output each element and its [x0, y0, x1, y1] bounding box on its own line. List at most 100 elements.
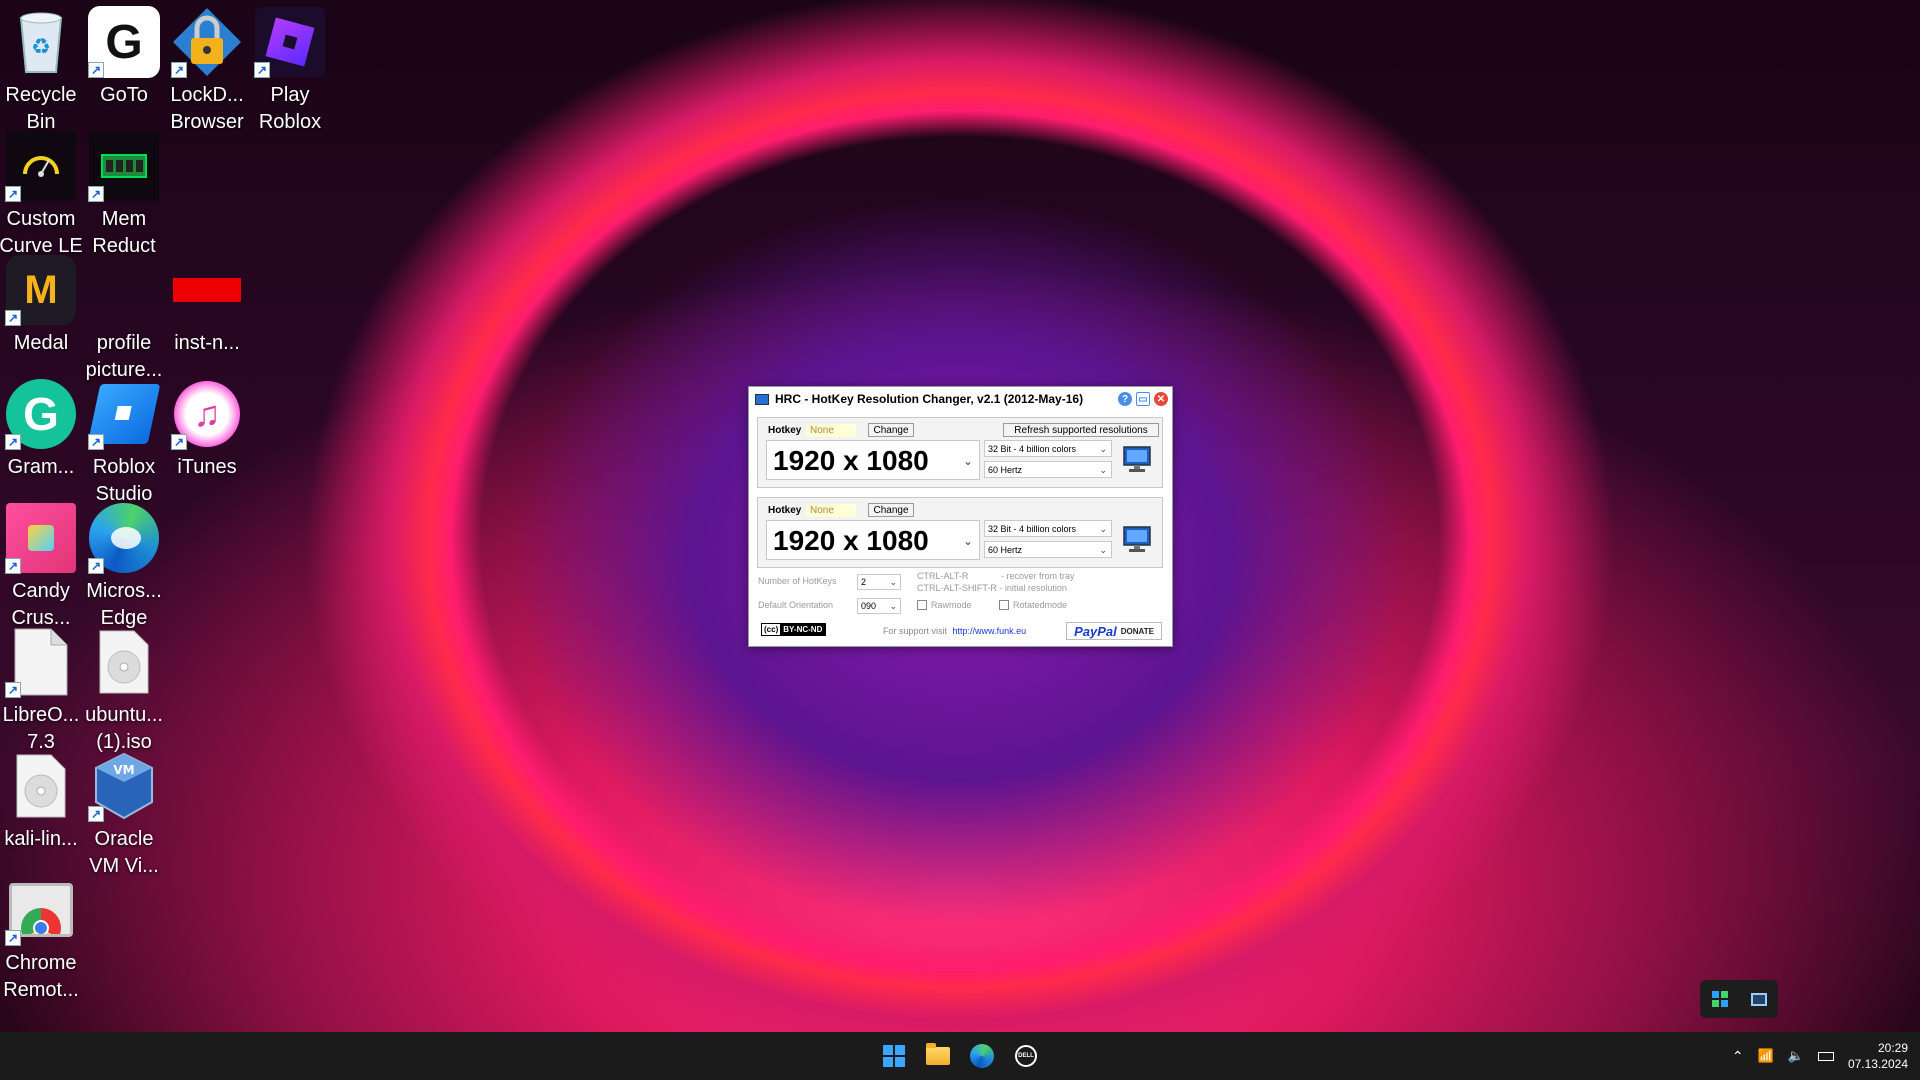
rotatedmode-label: Rotatedmode — [1013, 600, 1068, 610]
desktop-icon-roblox-studio[interactable]: ↗ Roblox Studio — [83, 378, 165, 508]
desktop-icon-mem-reduct[interactable]: ↗ Mem Reduct — [83, 130, 165, 260]
refresh-rate-select[interactable]: 60 Hertz ⌄ — [984, 541, 1112, 558]
dell-taskbar-button[interactable]: DELL — [1011, 1041, 1041, 1071]
wifi-icon[interactable]: 📶 — [1758, 1048, 1774, 1064]
desktop-icon-label: LibreO... 7.3 — [2, 704, 80, 753]
svg-text:VM: VM — [113, 763, 134, 777]
desktop-icon-libreoffice[interactable]: ↗ LibreO... 7.3 — [0, 626, 82, 756]
refresh-rate-value: 60 Hertz — [988, 465, 1023, 475]
desktop-icon-label: Mem Reduct — [92, 208, 156, 257]
desktop-icon-label: Play Roblox — [258, 84, 322, 133]
cc-icon: (cc) — [762, 625, 781, 634]
file-explorer-button[interactable] — [923, 1041, 953, 1071]
speaker-icon[interactable]: 🔈 — [1788, 1048, 1804, 1064]
image-file-icon — [171, 254, 243, 326]
desktop-icon-inst-n[interactable]: inst-n... — [166, 254, 248, 357]
resolution-select[interactable]: 1920 x 1080 ⌄ — [766, 440, 980, 480]
battery-icon[interactable] — [1817, 1051, 1834, 1061]
desktop-icon-label: Candy Crus... — [11, 580, 71, 629]
roblox-icon: ↗ — [254, 6, 326, 78]
help-icon[interactable]: ? — [1118, 392, 1132, 406]
hotkey-label: Hotkey — [768, 505, 802, 516]
hotkey-value-field[interactable]: None — [806, 424, 856, 437]
clock[interactable]: 20:29 07.13.2024 — [1848, 1040, 1908, 1072]
resolution-select[interactable]: 1920 x 1080 ⌄ — [766, 520, 980, 560]
color-depth-select[interactable]: 32 Bit - 4 billion colors ⌄ — [984, 520, 1112, 537]
desktop-icon-chrome-remote[interactable]: ↗ Chrome Remot... — [0, 874, 82, 1004]
chevron-up-icon[interactable]: ⌃ — [1732, 1048, 1744, 1065]
desktop-icon-label: LockD... Browser — [170, 84, 244, 133]
desktop-icon-custom-curve[interactable]: ↗ Custom Curve LE — [0, 130, 83, 260]
desktop-icon-medal[interactable]: M ↗ Medal — [0, 254, 82, 357]
checkbox-box[interactable] — [917, 600, 927, 610]
grammarly-icon: G ↗ — [5, 378, 77, 450]
disc-image-icon — [5, 750, 77, 822]
rotatedmode-checkbox[interactable]: Rotatedmode — [999, 600, 1067, 610]
cc-license-badge[interactable]: (cc) BY-NC-ND — [761, 623, 827, 636]
desktop-icon-label: Micros... Edge — [86, 580, 162, 629]
recycle-bin-icon: ♻ — [5, 6, 77, 78]
desktop-icon-label: Oracle VM Vi... — [89, 828, 159, 877]
desktop-icon-grammarly[interactable]: G ↗ Gram... — [0, 378, 82, 481]
app-tray-icon[interactable] — [1711, 991, 1728, 1007]
orientation-value: 090 — [861, 601, 877, 611]
desktop-icon-label: kali-lin... — [4, 828, 78, 850]
dialog-titlebar[interactable]: HRC - HotKey Resolution Changer, v2.1 (2… — [749, 387, 1172, 411]
monitor-icon — [755, 393, 769, 405]
desktop-icon-recycle-bin[interactable]: ♻ Recycle Bin — [0, 6, 82, 136]
chevron-down-icon: ⌄ — [1099, 465, 1107, 475]
change-hotkey-button[interactable]: Change — [868, 503, 914, 517]
support-label: For support visit — [883, 626, 948, 636]
shortcut-recover-key: CTRL-ALT-R — [917, 571, 969, 581]
edge-taskbar-button[interactable] — [967, 1041, 997, 1071]
num-hotkeys-value: 2 — [861, 577, 867, 587]
minimize-to-tray-icon[interactable]: ▭ — [1136, 392, 1150, 406]
refresh-rate-select[interactable]: 60 Hertz ⌄ — [984, 461, 1112, 478]
orientation-label: Default Orientation — [758, 600, 834, 610]
apply-resolution-monitor-icon[interactable] — [1122, 444, 1152, 474]
shortcut-arrow-icon: ↗ — [88, 558, 104, 574]
lockdown-browser-icon: ↗ — [171, 6, 243, 78]
shortcut-arrow-icon: ↗ — [5, 930, 21, 946]
donate-label: DONATE — [1120, 626, 1154, 636]
shortcut-arrow-icon: ↗ — [5, 558, 21, 574]
desktop-icon-label: GoTo — [100, 84, 148, 106]
dialog-title: HRC - HotKey Resolution Changer, v2.1 (2… — [775, 392, 1084, 406]
desktop-icon-virtualbox[interactable]: VM ↗ Oracle VM Vi... — [83, 750, 165, 880]
color-depth-select[interactable]: 32 Bit - 4 billion colors ⌄ — [984, 440, 1112, 457]
start-button[interactable] — [879, 1041, 909, 1071]
desktop-icon-kali-linux[interactable]: kali-lin... — [0, 750, 82, 853]
image-file-icon — [88, 254, 160, 326]
resolution-group-1: Hotkey None Change Refresh supported res… — [757, 417, 1163, 488]
desktop-icon-label: Custom Curve LE — [0, 208, 83, 257]
desktop-icon-ubuntu-iso[interactable]: ubuntu... (1).iso — [83, 626, 165, 756]
rawmode-checkbox[interactable]: Rawmode — [917, 600, 972, 610]
close-icon[interactable]: ✕ — [1154, 392, 1168, 406]
num-hotkeys-select[interactable]: 2 ⌄ — [857, 574, 901, 590]
paypal-donate-button[interactable]: PayPal DONATE — [1066, 622, 1162, 640]
shortcut-arrow-icon: ↗ — [5, 434, 21, 450]
desktop-icon-lockdown-browser[interactable]: ↗ LockD... Browser — [166, 6, 248, 136]
chevron-down-icon: ⌄ — [1099, 524, 1107, 534]
clock-time: 20:29 — [1877, 1041, 1908, 1055]
hotkey-value-field[interactable]: None — [806, 504, 856, 517]
apply-resolution-monitor-icon[interactable] — [1122, 524, 1152, 554]
folder-icon — [926, 1043, 950, 1065]
desktop-icon-label: Recycle Bin — [5, 84, 77, 133]
desktop-icon-candy-crush[interactable]: ↗ Candy Crus... — [0, 502, 82, 632]
desktop-icon-play-roblox[interactable]: ↗ Play Roblox — [249, 6, 331, 136]
desktop-icon-edge[interactable]: ↗ Micros... Edge — [83, 502, 165, 632]
orientation-select[interactable]: 090 ⌄ — [857, 598, 901, 614]
shortcut-arrow-icon: ↗ — [88, 806, 104, 822]
desktop-icon-goto[interactable]: G ↗ GoTo — [83, 6, 165, 109]
refresh-resolutions-button[interactable]: Refresh supported resolutions — [1003, 423, 1159, 437]
desktop-icon-itunes[interactable]: ♫ ↗ iTunes — [166, 378, 248, 481]
desktop-icon-label: Medal — [13, 332, 69, 354]
chevron-down-icon: ⌄ — [962, 534, 973, 548]
checkbox-box[interactable] — [999, 600, 1009, 610]
change-hotkey-button[interactable]: Change — [868, 423, 914, 437]
support-link[interactable]: http://www.funk.eu — [953, 626, 1027, 636]
chevron-down-icon: ⌄ — [889, 601, 897, 611]
desktop-icon-profile-picture[interactable]: profile picture... — [83, 254, 165, 384]
monitor-icon[interactable] — [1750, 992, 1767, 1006]
